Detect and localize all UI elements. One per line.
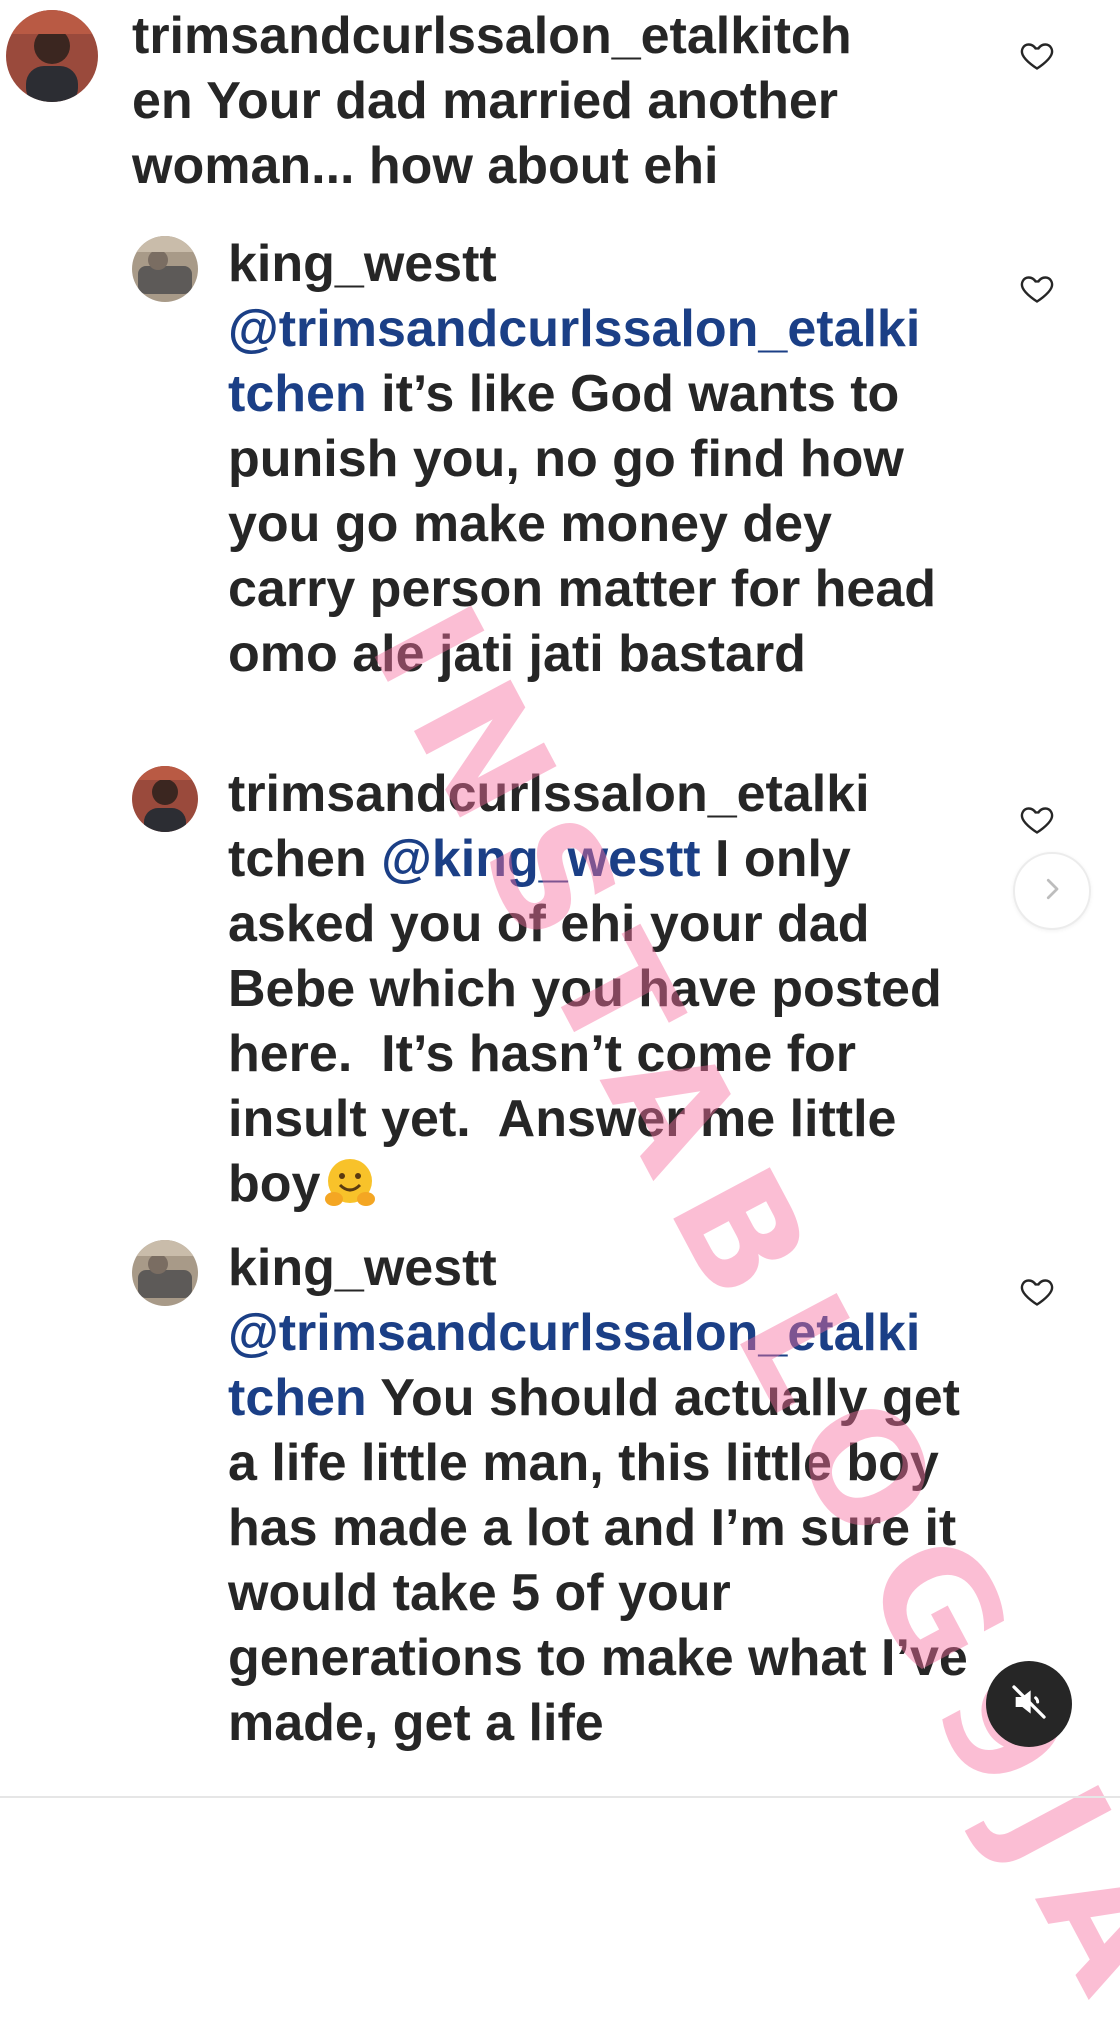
comment-username[interactable]: king_westt — [228, 1239, 497, 1297]
avatar[interactable] — [132, 1240, 198, 1306]
like-button[interactable] — [1019, 37, 1055, 73]
heart-outline-icon — [1019, 801, 1055, 837]
comment-4: king_westt @trimsandcurlssalon_etalki tc… — [132, 1236, 972, 1756]
comment-3: trimsandcurlssalon_etalki tchen @king_we… — [132, 762, 972, 1217]
like-button[interactable] — [1019, 1273, 1055, 1309]
comment-username[interactable]: king_westt — [228, 235, 497, 293]
next-button[interactable] — [1013, 852, 1091, 930]
like-button[interactable] — [1019, 801, 1055, 837]
comment-2: king_westt @trimsandcurlssalon_etalki tc… — [132, 232, 972, 687]
avatar[interactable] — [132, 236, 198, 302]
heart-outline-icon — [1019, 37, 1055, 73]
heart-outline-icon — [1019, 1273, 1055, 1309]
chevron-right-icon — [1037, 874, 1067, 909]
mute-button[interactable] — [986, 1661, 1072, 1747]
divider — [0, 1796, 1120, 1798]
comment-mention[interactable]: @king_westt — [381, 830, 700, 888]
comment-username-gap — [367, 830, 381, 888]
heart-outline-icon — [1019, 270, 1055, 306]
comment-text: Your dad married another woman... how ab… — [132, 72, 853, 195]
hugging-face-emoji-icon — [322, 1155, 378, 1211]
comment-1: trimsandcurlssalon_etalkitch en Your dad… — [6, 4, 966, 199]
like-button[interactable] — [1019, 270, 1055, 306]
speaker-muted-icon — [1009, 1682, 1049, 1727]
comment-body: king_westt @trimsandcurlssalon_etalki tc… — [228, 1236, 968, 1756]
avatar[interactable] — [132, 766, 198, 832]
comment-body: king_westt @trimsandcurlssalon_etalki tc… — [228, 232, 968, 687]
comment-body: trimsandcurlssalon_etalki tchen @king_we… — [228, 762, 968, 1217]
avatar[interactable] — [6, 10, 98, 102]
comment-body: trimsandcurlssalon_etalkitch en Your dad… — [132, 4, 962, 199]
comment-thread: trimsandcurlssalon_etalkitch en Your dad… — [0, 0, 1120, 1813]
